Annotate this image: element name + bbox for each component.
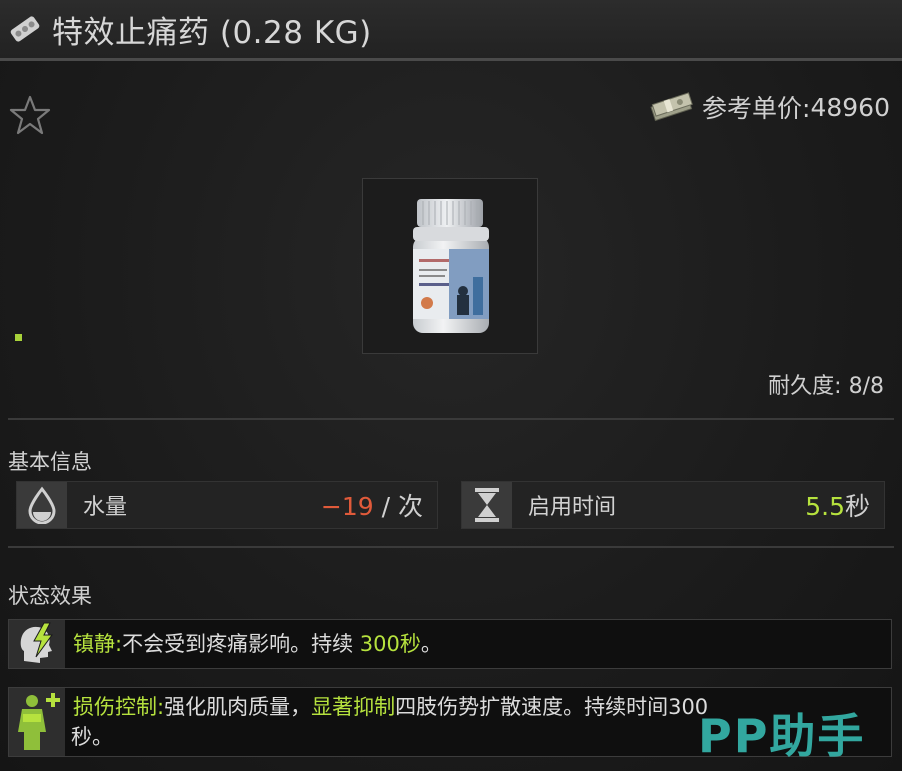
hydration-value: −19 [320, 492, 374, 521]
basic-info-title: 基本信息 [8, 450, 92, 474]
item-image-frame [362, 178, 538, 354]
stat-label: 水量 [83, 495, 128, 520]
effect-highlight: 显著抑制 [311, 695, 396, 719]
pill-blister-icon [8, 12, 42, 46]
stat-hydration: 水量 −19 / 次 [16, 481, 438, 529]
cash-stack-icon [648, 92, 694, 122]
section-divider [8, 546, 894, 548]
status-indicator-dot [15, 334, 22, 341]
durability-label: 耐久度: [768, 374, 842, 399]
favorite-star-button[interactable] [8, 93, 52, 137]
item-title: 特效止痛药 (0.28 KG) [52, 14, 372, 51]
stat-value: 5.5秒 [805, 487, 870, 523]
effect-description: 镇静:不会受到疼痛影响。持续 300秒。 [73, 629, 442, 659]
watermark: PP助手 [698, 709, 866, 763]
durability: 耐久度: 8/8 [768, 368, 884, 400]
body-damage-control-icon [9, 688, 65, 756]
star-icon [9, 95, 51, 135]
use-time-value: 5.5 [805, 492, 845, 521]
effect-text: 强化肌肉质量， [164, 695, 312, 719]
status-effects-title: 状态效果 [8, 584, 92, 608]
stat-label: 启用时间 [528, 495, 617, 520]
stat-use-time: 启用时间 5.5秒 [461, 481, 885, 529]
status-effect-painkiller: 镇静:不会受到疼痛影响。持续 300秒。 [8, 619, 892, 669]
water-drop-icon [17, 482, 67, 528]
section-divider [8, 418, 894, 420]
hydration-unit: / 次 [373, 492, 423, 521]
pill-bottle-image [413, 199, 489, 333]
item-title-bar: 特效止痛药 (0.28 KG) [0, 0, 902, 58]
durability-value: 8/8 [848, 374, 884, 399]
use-time-unit: 秒 [844, 492, 870, 521]
price-label: 参考单价: [702, 94, 811, 123]
stat-value: −19 / 次 [321, 487, 423, 523]
reference-price: 参考单价: 48960 [648, 90, 890, 124]
effect-name: 损伤控制 [73, 695, 157, 719]
effect-text: 不会受到疼痛影响。持续 [122, 632, 360, 656]
effect-text-end: 四肢伤势扩散速度。持续时间300 [395, 695, 709, 719]
effect-name: 镇静 [73, 632, 115, 656]
effect-text-end: 。 [420, 632, 442, 656]
effect-duration: 300秒 [359, 632, 421, 656]
effect-description-line2: 秒。 [71, 725, 113, 749]
painkiller-head-icon [9, 620, 65, 668]
hourglass-icon [462, 482, 512, 528]
price-value: 48960 [810, 92, 890, 122]
